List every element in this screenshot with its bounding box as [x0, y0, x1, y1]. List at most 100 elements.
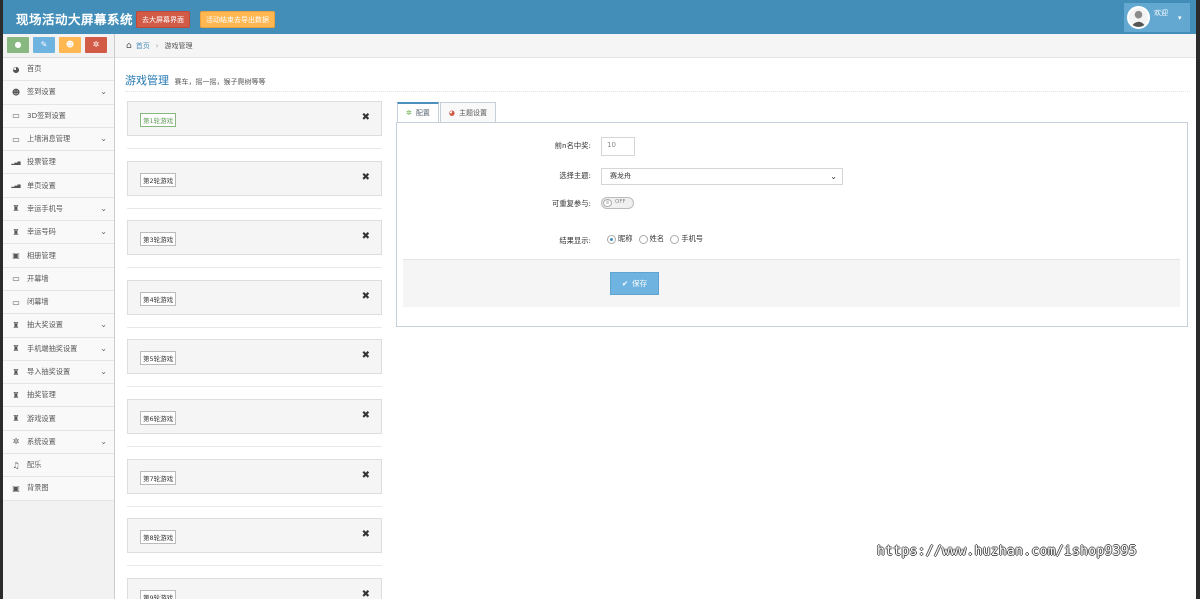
breadcrumb-home[interactable]: 首页 [136, 41, 150, 51]
close-icon[interactable]: ✖ [362, 589, 370, 599]
sidebar-item-label: 系统设置 [27, 436, 56, 446]
result-option-radio[interactable]: 姓名 [638, 234, 665, 244]
sidebar-item-label: 手机端抽奖设置 [27, 343, 78, 353]
close-icon[interactable]: ✖ [362, 172, 370, 183]
divider [127, 267, 382, 269]
divider [127, 565, 382, 567]
main-content: ⌂ 首页 › 游戏管理 游戏管理 赛车，摇一摇，猴子爬树等等 第1轮游戏 ✖ 第2轮… [115, 34, 1196, 599]
sidebar-item[interactable]: ▭ 上墙消息管理 ⌄ [3, 127, 114, 152]
sidebar-item-label: 配乐 [27, 460, 42, 470]
desktop-icon: ▭ [12, 297, 20, 307]
gift-icon: ♜ [12, 320, 20, 330]
close-icon[interactable]: ✖ [362, 529, 370, 540]
result-option-radio[interactable]: 手机号 [670, 234, 703, 244]
sidebar-item[interactable]: ✲ 系统设置 ⌄ [3, 430, 114, 455]
radio-button[interactable] [670, 234, 680, 244]
sidebar-item[interactable]: ♜ 幸运号码 ⌄ [3, 221, 114, 245]
music-icon: ♫ [12, 460, 20, 470]
game-round-item[interactable]: 第6轮游戏 ✖ [127, 399, 382, 434]
tab-config[interactable]: ✲ 配置 [397, 102, 439, 123]
sidebar-item[interactable]: ▂▄▆ 单页设置 [3, 174, 114, 198]
sidebar-item[interactable]: ♜ 幸运手机号 ⌄ [3, 197, 114, 222]
page-title: 游戏管理 [125, 74, 169, 87]
users-shortcut-button[interactable]: ☻ [59, 37, 81, 53]
caret-down-icon: ▾ [1178, 14, 1182, 22]
sidebar-item[interactable]: ▣ 相册管理 [3, 244, 114, 268]
gift-icon: ♜ [12, 227, 20, 237]
result-display-options: 昵称 姓名 手机号 [607, 234, 703, 244]
game-round-item[interactable]: 第1轮游戏 ✖ [127, 101, 382, 136]
sidebar-item[interactable]: ◕ 首页 [3, 58, 114, 82]
sidebar-item[interactable]: ▣ 背景图 [3, 477, 114, 501]
game-round-item[interactable]: 第7轮游戏 ✖ [127, 458, 382, 494]
home-icon[interactable]: ⌂ [126, 41, 132, 51]
page-header: 游戏管理 赛车，摇一摇，猴子爬树等等 [125, 72, 1190, 92]
close-icon[interactable]: ✖ [362, 291, 370, 302]
sidebar-item-label: 幸运号码 [27, 227, 56, 237]
result-label: 结果显示: [559, 236, 591, 245]
game-round-item[interactable]: 第4轮游戏 ✖ [127, 279, 382, 315]
settings-tabs: ✲ 配置 ◕ 主题设置 [397, 102, 497, 123]
dashboard-icon: ◕ [12, 64, 20, 74]
avatar [1127, 6, 1150, 29]
picture-icon: ▣ [12, 251, 20, 261]
sidebar-item[interactable]: ▂▄▆ 投票管理 [3, 151, 114, 175]
sidebar: ● ✎ ☻ ✲ ◕ 首页 ☻ 签到设置 ⌄ ▭ 3D签到设置 ▭ 上墙消息管理 ⌄ ▂▄▆ 投票管理 ▂▄▆ 单… [3, 34, 115, 599]
sidebar-shortcuts: ● ✎ ☻ ✲ [3, 34, 114, 58]
radio-label: 姓名 [649, 234, 665, 243]
close-icon[interactable]: ✖ [362, 231, 370, 242]
user-menu[interactable]: 欢迎 ▾ [1124, 3, 1190, 32]
sidebar-item[interactable]: ♜ 抽大奖设置 ⌄ [3, 314, 114, 338]
top-n-label: 前n名中奖: [554, 141, 591, 150]
toggle-knob: III [603, 199, 612, 207]
brand-title[interactable]: 现场活动大屏幕系统 [16, 9, 133, 28]
users-icon: ☻ [11, 87, 21, 97]
chevron-down-icon: ⌄ [830, 172, 837, 181]
form-actions: ✔ 保存 [403, 259, 1180, 307]
game-round-item[interactable]: 第8轮游戏 ✖ [127, 518, 382, 554]
dashboard-icon: ◕ [448, 108, 455, 117]
sidebar-item[interactable]: ♫ 配乐 [3, 454, 114, 478]
sidebar-item[interactable]: ♜ 抽奖管理 [3, 384, 114, 408]
users-icon: ☻ [65, 40, 75, 49]
pencil-icon: ✎ [40, 40, 48, 49]
close-icon[interactable]: ✖ [362, 410, 370, 421]
breadcrumb-separator: › [155, 41, 159, 50]
game-round-item[interactable]: 第2轮游戏 ✖ [127, 160, 382, 196]
welcome-text: 欢迎 [1154, 9, 1168, 17]
pencil-shortcut-button[interactable]: ✎ [33, 37, 55, 53]
go-big-screen-button[interactable]: 去大屏幕界面 [136, 11, 190, 28]
sidebar-item[interactable]: ♜ 导入抽奖设置 ⌄ [3, 360, 114, 385]
theme-select[interactable]: 赛龙舟 ⌄ [601, 168, 843, 185]
game-round-item[interactable]: 第3轮游戏 ✖ [127, 220, 382, 256]
desktop-icon: ▭ [12, 274, 20, 284]
save-button[interactable]: ✔ 保存 [610, 272, 659, 295]
chevron-down-icon: ⌄ [100, 320, 107, 330]
sidebar-item[interactable]: ▭ 开幕墙 [3, 267, 114, 291]
repeat-toggle[interactable]: III OFF [601, 197, 634, 209]
close-icon[interactable]: ✖ [362, 470, 370, 481]
sidebar-item[interactable]: ▭ 闭幕墙 [3, 290, 114, 315]
tab-theme[interactable]: ◕ 主题设置 [439, 102, 496, 123]
cogs-shortcut-button[interactable]: ✲ [85, 37, 107, 53]
tab-config-label: 配置 [415, 109, 430, 117]
sidebar-item[interactable]: ☻ 签到设置 ⌄ [3, 81, 114, 105]
toggle-state-text: OFF [615, 199, 626, 205]
divider [127, 446, 382, 447]
export-data-button[interactable]: 活动结束去导出数据 [200, 11, 275, 28]
top-n-input[interactable]: 10 [601, 137, 635, 156]
sidebar-item[interactable]: ▭ 3D签到设置 [3, 104, 114, 128]
radio-button[interactable] [638, 234, 648, 244]
result-option-radio[interactable]: 昵称 [607, 234, 633, 244]
radio-button[interactable] [607, 234, 616, 244]
game-round-item[interactable]: 第9轮游戏 ✖ [127, 577, 382, 599]
chat-shortcut-button[interactable]: ● [7, 37, 29, 53]
sidebar-item[interactable]: ♜ 手机端抽奖设置 ⌄ [3, 337, 114, 361]
game-round-item[interactable]: 第5轮游戏 ✖ [127, 339, 382, 375]
game-round-label: 第6轮游戏 [140, 411, 177, 425]
tab-theme-label: 主题设置 [458, 108, 487, 117]
sidebar-item[interactable]: ♜ 游戏设置 [3, 407, 114, 431]
close-icon[interactable]: ✖ [362, 112, 370, 123]
chevron-down-icon: ⌄ [100, 436, 107, 446]
close-icon[interactable]: ✖ [362, 350, 370, 361]
